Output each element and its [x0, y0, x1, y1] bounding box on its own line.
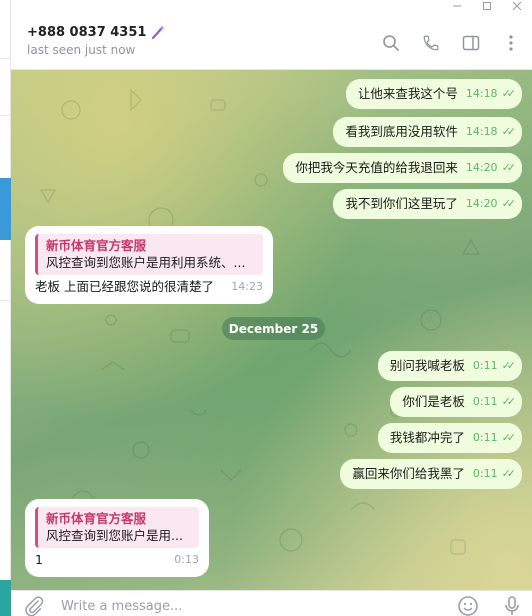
message-input[interactable]: Write a message...: [61, 599, 182, 614]
quote-sender: 新币体育官方客服: [46, 511, 147, 526]
message-text: 赢回来你们给我黑了: [352, 466, 465, 481]
reply-quote[interactable]: 新币体育官方客服 风控查询到您账户是用...: [35, 507, 199, 548]
composer: Write a message...: [11, 590, 532, 616]
message-time: 0:13: [174, 553, 199, 566]
divider: [0, 115, 11, 116]
maximize-button[interactable]: [472, 0, 502, 12]
outgoing-message[interactable]: 看我到底用没用软件 14:18 ✓✓: [333, 117, 522, 147]
sidebar-toggle-button[interactable]: [458, 30, 484, 56]
emoji-icon: [458, 596, 478, 616]
read-ticks-icon: ✓✓: [501, 87, 517, 100]
date-separator: December 25: [222, 317, 325, 340]
close-button[interactable]: [502, 0, 532, 12]
message-time: 0:11: [472, 467, 498, 480]
outgoing-message[interactable]: 我不到你们这里玩了 14:20 ✓✓: [333, 189, 522, 219]
message-text: 你们是老板: [402, 394, 465, 409]
minimize-button[interactable]: [442, 0, 472, 12]
contact-status: last seen just now: [27, 43, 136, 57]
message-time: 0:11: [472, 431, 498, 444]
outgoing-message[interactable]: 你们是老板 0:11 ✓✓: [390, 387, 522, 417]
message-text: 你把我今天充值的给我退回来: [295, 160, 458, 175]
chat-list-item-selected[interactable]: [0, 178, 11, 240]
message-text: 看我到底用没用软件: [345, 124, 458, 139]
call-button[interactable]: [418, 30, 444, 56]
outgoing-message[interactable]: 别问我喊老板 0:11 ✓✓: [377, 351, 522, 381]
read-ticks-icon: ✓✓: [501, 359, 517, 372]
chat-header: +888 0837 4351 last seen just now: [11, 12, 532, 70]
minimize-icon: [453, 5, 461, 7]
read-ticks-icon: ✓✓: [501, 395, 517, 408]
emoji-button[interactable]: [457, 595, 479, 616]
quote-text: 风控查询到您账户是用...: [46, 528, 183, 543]
quote-text: 风控查询到您账户是用利用系统、...: [46, 255, 246, 270]
voice-button[interactable]: [501, 595, 523, 616]
chat-list-strip: [0, 0, 11, 616]
message-text: 我不到你们这里玩了: [345, 196, 458, 211]
message-text: 我钱都冲完了: [389, 430, 465, 445]
message-text: 别问我喊老板: [389, 358, 465, 373]
message-time: 0:11: [472, 359, 498, 372]
message-text: 让他来查我这个号: [357, 86, 458, 101]
message-time: 14:18: [465, 87, 498, 100]
maximize-icon: [483, 2, 491, 10]
read-ticks-icon: ✓✓: [501, 467, 517, 480]
message-time: 14:18: [465, 125, 498, 138]
reply-quote[interactable]: 新币体育官方客服 风控查询到您账户是用利用系统、...: [35, 234, 263, 275]
attach-button[interactable]: [23, 595, 45, 616]
read-ticks-icon: ✓✓: [501, 125, 517, 138]
microphone-icon: [505, 596, 519, 615]
message-time: 0:11: [472, 395, 498, 408]
close-icon: [512, 2, 522, 10]
search-icon: [383, 35, 399, 51]
message-text: 1: [35, 552, 43, 567]
divider: [0, 300, 11, 301]
phone-icon: [423, 35, 439, 51]
quote-sender: 新币体育官方客服: [46, 238, 147, 253]
outgoing-message[interactable]: 赢回来你们给我黑了 0:11 ✓✓: [340, 459, 522, 489]
divider: [0, 58, 11, 59]
read-ticks-icon: ✓✓: [501, 161, 517, 174]
magic-wand-icon: [152, 25, 166, 40]
more-button[interactable]: [498, 30, 524, 56]
chat-list-item[interactable]: [0, 580, 11, 616]
read-ticks-icon: ✓✓: [501, 431, 517, 444]
sidebar-toggle-icon: [462, 35, 480, 51]
outgoing-message[interactable]: 你把我今天充值的给我退回来 14:20 ✓✓: [283, 153, 522, 183]
message-text: 老板 上面已经跟您说的很清楚了: [35, 279, 214, 294]
message-list[interactable]: 让他来查我这个号 14:18 ✓✓ 看我到底用没用软件 14:18 ✓✓ 你把我今天…: [11, 70, 532, 590]
paperclip-icon: [25, 596, 44, 616]
incoming-message[interactable]: 新币体育官方客服 风控查询到您账户是用... 1 0:13: [25, 499, 209, 577]
message-time: 14:20: [465, 197, 498, 210]
outgoing-message[interactable]: 让他来查我这个号 14:18 ✓✓: [345, 79, 522, 109]
search-button[interactable]: [378, 30, 404, 56]
incoming-message[interactable]: 新币体育官方客服 风控查询到您账户是用利用系统、... 老板 上面已经跟您说的很…: [25, 226, 273, 304]
contact-name: +888 0837 4351: [27, 24, 147, 40]
outgoing-message[interactable]: 我钱都冲完了 0:11 ✓✓: [377, 423, 522, 453]
message-time: 14:23: [231, 280, 263, 293]
contact-info[interactable]: +888 0837 4351 last seen just now: [27, 24, 166, 57]
window-controls: [442, 0, 532, 12]
more-vertical-icon: [509, 35, 513, 51]
read-ticks-icon: ✓✓: [501, 197, 517, 210]
message-time: 14:20: [465, 161, 498, 174]
